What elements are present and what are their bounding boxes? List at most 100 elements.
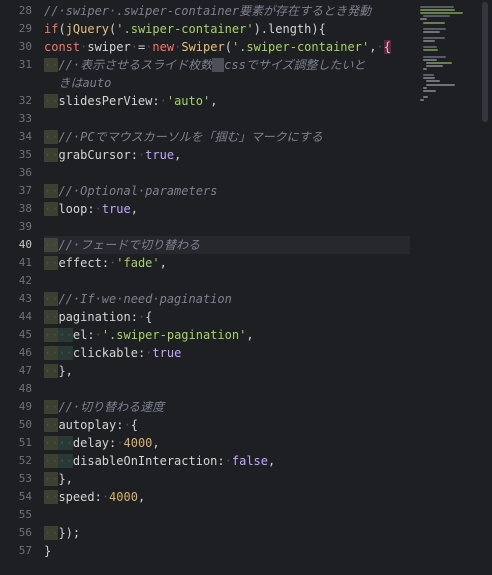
line-number: 43: [18, 292, 32, 305]
keyword: if: [44, 22, 59, 36]
punctuation: ,: [159, 256, 167, 270]
code-line[interactable]: [44, 272, 410, 290]
minimap[interactable]: [418, 0, 476, 575]
code-line[interactable]: //·swiper·.swiper-container要素が存在するとき発動: [44, 2, 410, 20]
minimap-line: [426, 64, 444, 67]
minimap-line: [423, 15, 450, 18]
indent-guide: ··: [44, 130, 59, 144]
identifier: autoplay: [58, 418, 117, 432]
punctuation: :: [130, 148, 138, 162]
punctuation: :: [152, 94, 160, 108]
minimap-line: [420, 6, 455, 8]
punctuation: (: [58, 22, 66, 36]
code-line[interactable]: const·swiper·=·new·Swiper('.swiper-conta…: [44, 38, 410, 56]
scrollbar-thumb[interactable]: [482, 2, 488, 122]
indent-guide: ··: [44, 418, 59, 432]
boolean-literal: true: [101, 202, 131, 216]
identifier: delay: [72, 436, 110, 450]
number-literal: 4000: [123, 436, 153, 450]
code-line[interactable]: ··speed:·4000,: [44, 488, 410, 506]
punctuation: :: [101, 256, 110, 270]
line-number: 49: [18, 400, 32, 413]
code-line[interactable]: ····el:·'.swiper-pagination',: [44, 326, 410, 344]
line-number: 57: [18, 544, 32, 557]
code-line[interactable]: きはauto: [44, 74, 410, 92]
minimap-line: [426, 83, 455, 86]
minimap-line: [423, 95, 428, 98]
code-area[interactable]: //·swiper·.swiper-container要素が存在するとき発動 if…: [44, 0, 410, 575]
code-line[interactable]: ··slidesPerView:·'auto',: [44, 92, 410, 110]
line-number: 30: [18, 40, 32, 53]
code-line[interactable]: ··loop:·true,: [44, 200, 410, 218]
code-comment: //·Optional·parameters: [58, 184, 218, 198]
code-line[interactable]: ··autoplay:·{: [44, 416, 410, 434]
punctuation: },: [58, 472, 73, 486]
function-name: Swiper: [181, 40, 225, 54]
line-number: 42: [18, 274, 32, 287]
code-editor[interactable]: 28 29 30 31 32 33 34 35 36 37 38 39 40 41 42 43 44 45 46 47…: [0, 0, 492, 575]
code-comment: //·swiper·.swiper-container要素が存在するとき発動: [44, 4, 372, 18]
string-literal: 'fade': [116, 256, 160, 270]
code-line[interactable]: [44, 506, 410, 524]
line-number: 34: [18, 130, 32, 143]
code-line[interactable]: ··//·フェードで切り替わる: [44, 236, 410, 254]
indent-guide: ··: [58, 454, 73, 468]
indent-guide: ··: [44, 328, 59, 342]
code-line[interactable]: ··//·Optional·parameters: [44, 182, 410, 200]
code-line[interactable]: if(jQuery('.swiper-container').length){: [44, 20, 410, 38]
identifier: slidesPerView: [58, 94, 153, 108]
indent-guide: ··: [44, 256, 59, 270]
whitespace-marker: ·: [224, 454, 232, 468]
punctuation: ,: [246, 328, 254, 342]
code-line[interactable]: ··grabCursor:·true,: [44, 146, 410, 164]
indent-guide: ··: [44, 310, 59, 324]
vertical-scrollbar[interactable]: [478, 0, 492, 575]
indent-guide: ··: [44, 436, 59, 450]
code-line[interactable]: ··//·PCでマウスカーソルを「掴む」マークにする: [44, 128, 410, 146]
identifier: loop: [58, 202, 88, 216]
code-comment: //·PCでマウスカーソルを「掴む」マークにする: [58, 130, 323, 144]
code-line[interactable]: ····disableOnInteraction:·false,: [44, 452, 410, 470]
line-number: 50: [18, 418, 32, 431]
punctuation: :: [94, 490, 102, 504]
code-comment: //·切り替わる速度: [58, 400, 165, 414]
code-line[interactable]: ··//·切り替わる速度: [44, 398, 410, 416]
identifier: length: [268, 22, 312, 36]
punctuation: ,: [268, 454, 276, 468]
code-line[interactable]: ··effect:·'fade',: [44, 254, 410, 272]
whitespace-marker: ·: [130, 40, 138, 54]
code-line[interactable]: [44, 164, 410, 182]
code-line[interactable]: ····delay:·4000,: [44, 434, 410, 452]
code-line[interactable]: [44, 380, 410, 398]
code-line[interactable]: ··//·If·we·need·pagination: [44, 290, 410, 308]
code-line[interactable]: ··pagination:·{: [44, 308, 410, 326]
minimap-line: [423, 68, 427, 70]
code-line[interactable]: ··},: [44, 470, 410, 488]
code-line[interactable]: }: [44, 542, 410, 560]
minimap-line: [423, 58, 437, 61]
code-line[interactable]: ··});: [44, 524, 410, 542]
keyword: new: [152, 40, 175, 54]
indent-guide: ··: [44, 292, 59, 306]
line-number: 48: [18, 382, 32, 395]
indent-guide: ··: [44, 490, 59, 504]
line-number: 41: [18, 256, 32, 269]
line-number: 33: [18, 112, 32, 125]
punctuation: {: [145, 310, 153, 324]
code-line[interactable]: ··//·表示させるスライド枚数 cssでサイズ調整したいと: [44, 56, 410, 74]
minimap-line: [420, 12, 464, 15]
line-number: 31: [18, 58, 32, 71]
minimap-line: [420, 99, 424, 101]
punctuation: }: [44, 544, 52, 558]
minimap-line: [423, 46, 437, 49]
whitespace-marker: ·: [116, 436, 124, 450]
minimap-line: [423, 30, 441, 33]
code-line[interactable]: [44, 110, 410, 128]
code-line[interactable]: [44, 218, 410, 236]
code-line[interactable]: ····clickable:·true: [44, 344, 410, 362]
line-number: 44: [18, 310, 32, 323]
code-line[interactable]: ··},: [44, 362, 410, 380]
line-number: 46: [18, 346, 32, 359]
whitespace-marker: ·: [376, 40, 384, 54]
code-comment: //·表示させるスライド枚数: [58, 58, 213, 72]
